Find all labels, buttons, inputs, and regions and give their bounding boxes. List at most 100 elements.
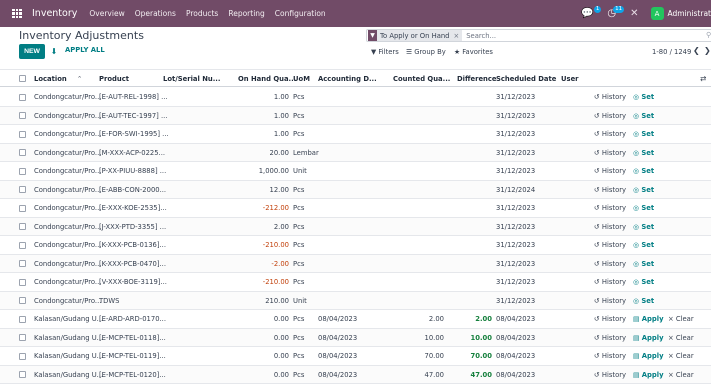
col-counted[interactable]: Counted Qua... bbox=[393, 75, 450, 83]
search-icon[interactable]: ⚲ bbox=[706, 31, 711, 39]
new-button[interactable]: NEW bbox=[19, 44, 45, 59]
set-button[interactable]: ◎ Set bbox=[633, 223, 654, 231]
table-row[interactable]: Condongcatur/Pro... [E-FOR-SWI-1995] ... 1… bbox=[0, 125, 711, 144]
history-button[interactable]: ↺ History bbox=[594, 297, 626, 305]
set-button[interactable]: ◎ Set bbox=[633, 112, 654, 120]
row-checkbox[interactable] bbox=[19, 260, 26, 267]
table-row[interactable]: Condongcatur/Pro... TDWS 210.00 Unit 31/12/2… bbox=[0, 291, 711, 310]
row-checkbox[interactable] bbox=[19, 371, 26, 378]
row-checkbox[interactable] bbox=[19, 223, 26, 230]
set-button[interactable]: ◎ Set bbox=[633, 260, 654, 268]
avatar[interactable]: A bbox=[650, 7, 664, 20]
user-name[interactable]: Administrat bbox=[668, 9, 711, 18]
page-title[interactable]: Inventory Adjustments bbox=[19, 29, 144, 42]
col-user[interactable]: User bbox=[561, 75, 579, 83]
history-button[interactable]: ↺ History bbox=[594, 241, 626, 249]
app-brand[interactable]: Inventory bbox=[32, 8, 77, 19]
table-row[interactable]: Condongcatur/Pro... [J-XXX-PTD-3355] ... 2… bbox=[0, 217, 711, 236]
cell-counted[interactable]: 70.00 bbox=[393, 352, 444, 360]
history-button[interactable]: ↺ History bbox=[594, 112, 626, 120]
pager-value[interactable]: 1-80 / 1249 bbox=[652, 48, 691, 56]
history-button[interactable]: ↺ History bbox=[594, 130, 626, 138]
search-facet[interactable]: ▼ To Apply or On Hand × bbox=[368, 30, 463, 41]
row-checkbox[interactable] bbox=[19, 167, 26, 175]
clear-button[interactable]: × Clear bbox=[668, 352, 694, 360]
table-row[interactable]: Kalasan/Gudang U... [E-ARD-ARD-0170... 0.0… bbox=[0, 310, 711, 329]
activity-clock-icon[interactable]: ◷ 11 bbox=[607, 6, 625, 19]
apply-all-button[interactable]: APPLY ALL bbox=[65, 46, 105, 54]
col-lot[interactable]: Lot/Serial Nu... bbox=[163, 75, 220, 83]
table-row[interactable]: Condongcatur/Pro... [E-XXX-KOE-2535]... -2… bbox=[0, 199, 711, 218]
set-button[interactable]: ◎ Set bbox=[633, 297, 654, 305]
table-row[interactable]: Kalasan/Gudang U... [E-MCP-TEL-0120]... 0.… bbox=[0, 365, 711, 384]
clear-button[interactable]: × Clear bbox=[668, 371, 694, 379]
row-checkbox[interactable] bbox=[19, 278, 26, 286]
set-button[interactable]: ◎ Set bbox=[633, 186, 654, 194]
table-row[interactable]: Condongcatur/Pro... [P-XX-PIUU-8888] ... 1… bbox=[0, 162, 711, 181]
table-row[interactable]: Condongcatur/Pro... [V-XXX-BOE-3119]... -2… bbox=[0, 273, 711, 292]
row-checkbox[interactable] bbox=[19, 186, 26, 193]
apply-button[interactable]: ▤ Apply bbox=[633, 334, 664, 342]
row-checkbox[interactable] bbox=[19, 352, 26, 360]
col-on-hand[interactable]: On Hand Qua... bbox=[238, 75, 296, 83]
filters-toggle[interactable]: ▼ Filters bbox=[371, 48, 399, 56]
facet-remove-icon[interactable]: × bbox=[454, 32, 460, 40]
table-row[interactable]: Kalasan/Gudang U... [E-MCP-TEL-0118]... 0.… bbox=[0, 328, 711, 347]
set-button[interactable]: ◎ Set bbox=[633, 167, 654, 175]
cell-counted[interactable]: 47.00 bbox=[393, 371, 444, 379]
nav-configuration[interactable]: Configuration bbox=[275, 9, 326, 18]
col-scheduled-date[interactable]: Scheduled Date bbox=[496, 75, 556, 83]
history-button[interactable]: ↺ History bbox=[594, 167, 626, 175]
table-row[interactable]: Condongcatur/Pro... [E-ABB-CON-2000... 12.… bbox=[0, 180, 711, 199]
favorites-toggle[interactable]: ★ Favorites bbox=[454, 48, 493, 56]
col-product[interactable]: Product bbox=[99, 75, 129, 83]
row-checkbox[interactable] bbox=[19, 241, 26, 249]
row-checkbox[interactable] bbox=[19, 334, 26, 341]
row-checkbox[interactable] bbox=[19, 204, 26, 212]
history-button[interactable]: ↺ History bbox=[594, 186, 626, 194]
table-row[interactable]: Condongcatur/Pro... [K-XXX-PCB-0470]... -2… bbox=[0, 254, 711, 273]
history-button[interactable]: ↺ History bbox=[594, 334, 626, 342]
table-row[interactable]: Condongcatur/Pro... [K-XXX-PCB-0136]... -2… bbox=[0, 236, 711, 255]
row-checkbox[interactable] bbox=[19, 112, 26, 119]
row-checkbox[interactable] bbox=[19, 297, 26, 304]
set-button[interactable]: ◎ Set bbox=[633, 93, 654, 101]
history-button[interactable]: ↺ History bbox=[594, 315, 626, 323]
history-button[interactable]: ↺ History bbox=[594, 204, 626, 212]
apply-button[interactable]: ▤ Apply bbox=[633, 315, 664, 323]
table-row[interactable]: Kalasan/Gudang U... [E-MCP-TEL-0119]... 0.… bbox=[0, 347, 711, 366]
nav-products[interactable]: Products bbox=[186, 9, 218, 18]
clear-button[interactable]: × Clear bbox=[668, 334, 694, 342]
table-row[interactable]: Condongcatur/Pro... [M-XXX-ACP-0225... 20.… bbox=[0, 143, 711, 162]
history-button[interactable]: ↺ History bbox=[594, 352, 626, 360]
set-button[interactable]: ◎ Set bbox=[633, 149, 654, 157]
table-row[interactable]: Condongcatur/Pro... [E-AUT-TEC-1997] ... 1… bbox=[0, 106, 711, 125]
col-accounting-date[interactable]: Accounting D... bbox=[318, 75, 377, 83]
search-input[interactable] bbox=[466, 31, 667, 40]
row-checkbox[interactable] bbox=[19, 130, 26, 138]
pager-previous-icon[interactable]: ❮ bbox=[693, 46, 700, 55]
row-checkbox[interactable] bbox=[19, 149, 26, 156]
set-button[interactable]: ◎ Set bbox=[633, 241, 654, 249]
history-button[interactable]: ↺ History bbox=[594, 149, 626, 157]
row-checkbox[interactable] bbox=[19, 315, 26, 323]
col-difference[interactable]: Difference bbox=[457, 75, 497, 83]
chat-icon[interactable]: 💬 1 bbox=[581, 6, 602, 19]
debug-tools-icon[interactable]: ✕ bbox=[630, 8, 638, 19]
table-row[interactable]: Condongcatur/Pro... [E-AUT-REL-1998] ... 1… bbox=[0, 88, 711, 107]
nav-reporting[interactable]: Reporting bbox=[228, 9, 264, 18]
col-uom[interactable]: UoM bbox=[293, 75, 310, 83]
app-menu-icon[interactable] bbox=[7, 0, 27, 27]
row-checkbox[interactable] bbox=[19, 93, 26, 101]
clear-button[interactable]: × Clear bbox=[668, 315, 694, 323]
history-button[interactable]: ↺ History bbox=[594, 371, 626, 379]
col-location[interactable]: Location ⌃ bbox=[34, 75, 82, 83]
nav-overview[interactable]: Overview bbox=[89, 9, 124, 18]
pager-next-icon[interactable]: ❯ bbox=[704, 46, 711, 55]
cell-counted[interactable]: 10.00 bbox=[393, 334, 444, 342]
set-button[interactable]: ◎ Set bbox=[633, 130, 654, 138]
history-button[interactable]: ↺ History bbox=[594, 93, 626, 101]
search-bar[interactable]: ▼ To Apply or On Hand × ⚲ bbox=[366, 29, 711, 42]
set-button[interactable]: ◎ Set bbox=[633, 278, 654, 286]
group-by-toggle[interactable]: ☰ Group By bbox=[406, 48, 446, 56]
